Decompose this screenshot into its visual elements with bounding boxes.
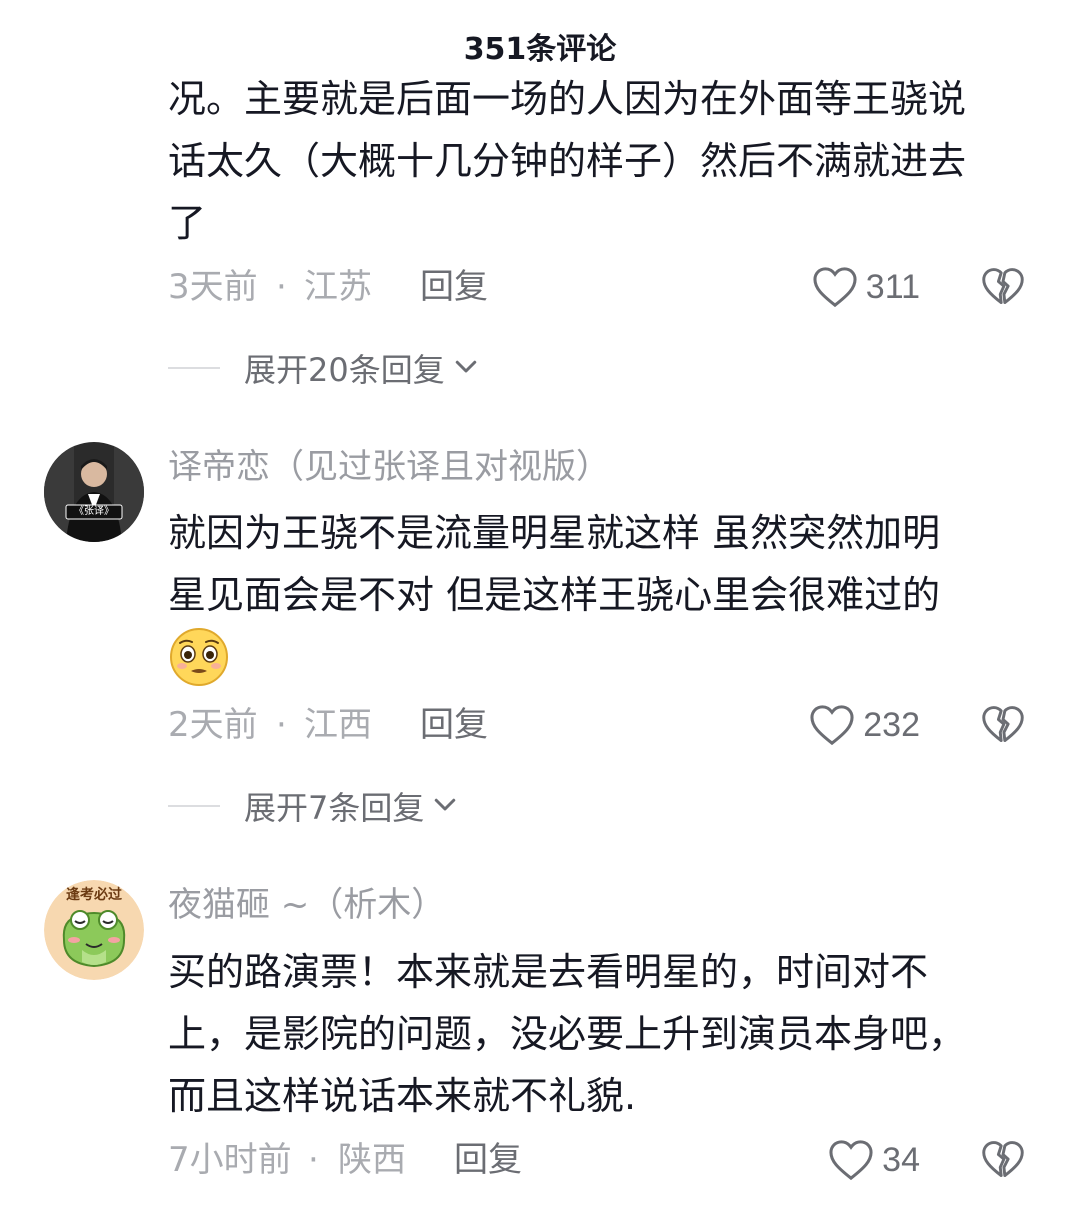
- heart-outline-icon: [810, 705, 854, 746]
- dislike-button[interactable]: [978, 1135, 1028, 1185]
- dislike-button[interactable]: [978, 262, 1028, 312]
- chevron-down-icon: [430, 789, 460, 823]
- heart-outline-icon: [829, 1140, 873, 1181]
- comment-time: 7小时前: [168, 1140, 292, 1180]
- expand-replies-label: 展开20条回复: [244, 351, 445, 389]
- reply-button[interactable]: 回复: [420, 700, 488, 750]
- broken-heart-icon: [982, 1141, 1024, 1178]
- comment-text: 就因为王骁不是流量明星就这样 虽然突然加明 星见面会是不对 但是这样王骁心里会很…: [168, 511, 941, 617]
- dislike-button[interactable]: [978, 700, 1028, 750]
- comment-meta: 2天前 · 江西 回复 232: [168, 700, 1038, 750]
- comment-username[interactable]: 译帝恋（见过张译且对视版）: [168, 442, 610, 492]
- chevron-down-icon: [451, 351, 481, 385]
- like-button[interactable]: 232: [788, 700, 920, 750]
- comment-time: 3天前: [168, 267, 258, 307]
- like-button[interactable]: 311: [808, 262, 920, 312]
- comment-location: 江西: [304, 705, 372, 745]
- expand-replies-button[interactable]: 展开7条回复: [168, 781, 460, 831]
- comment-time: 2天前: [168, 705, 258, 745]
- broken-heart-icon: [982, 706, 1024, 743]
- comment-meta: 7小时前 · 陕西 回复 34: [168, 1135, 1038, 1185]
- avatar-label: 《张译》: [74, 506, 114, 517]
- meta-separator: ·: [308, 1140, 319, 1180]
- expand-replies-label: 展开7条回复: [244, 789, 425, 827]
- like-button[interactable]: 34: [808, 1135, 920, 1185]
- comment-meta: 3天前 · 江苏 回复 311: [168, 262, 1038, 312]
- broken-heart-icon: [982, 268, 1024, 305]
- divider-line: [168, 805, 220, 807]
- meta-separator: ·: [276, 705, 287, 745]
- comment-location: 江苏: [304, 267, 372, 307]
- meta-separator: ·: [276, 267, 287, 307]
- pleading-face-emoji: [168, 626, 230, 688]
- reply-button[interactable]: 回复: [454, 1135, 522, 1185]
- comment-panel: 351条评论 况。主要就是后面一场的人因为在外面等王骁说 话太久（大概十几分钟的…: [0, 0, 1080, 1212]
- comment-count-title: 351条评论: [463, 32, 617, 67]
- heart-outline-icon: [813, 267, 857, 308]
- like-count: 34: [882, 1141, 920, 1179]
- avatar[interactable]: 逢考必过: [44, 880, 144, 980]
- divider-line: [168, 367, 220, 369]
- comment-location: 陕西: [338, 1140, 406, 1180]
- like-count: 311: [865, 268, 920, 306]
- reply-button[interactable]: 回复: [420, 262, 488, 312]
- like-count: 232: [863, 706, 920, 744]
- avatar[interactable]: 《张译》: [44, 442, 144, 542]
- expand-replies-button[interactable]: 展开20条回复: [168, 343, 481, 393]
- avatar-label: 逢考必过: [66, 887, 122, 903]
- comment-text: 买的路演票！本来就是去看明星的，时间对不 上，是影院的问题，没必要上升到演员本身…: [168, 950, 967, 1118]
- comment-username[interactable]: 夜猫砸 ~（析木）: [168, 880, 445, 930]
- comment-text: 况。主要就是后面一场的人因为在外面等王骁说 话太久（大概十几分钟的样子）然后不满…: [168, 77, 967, 245]
